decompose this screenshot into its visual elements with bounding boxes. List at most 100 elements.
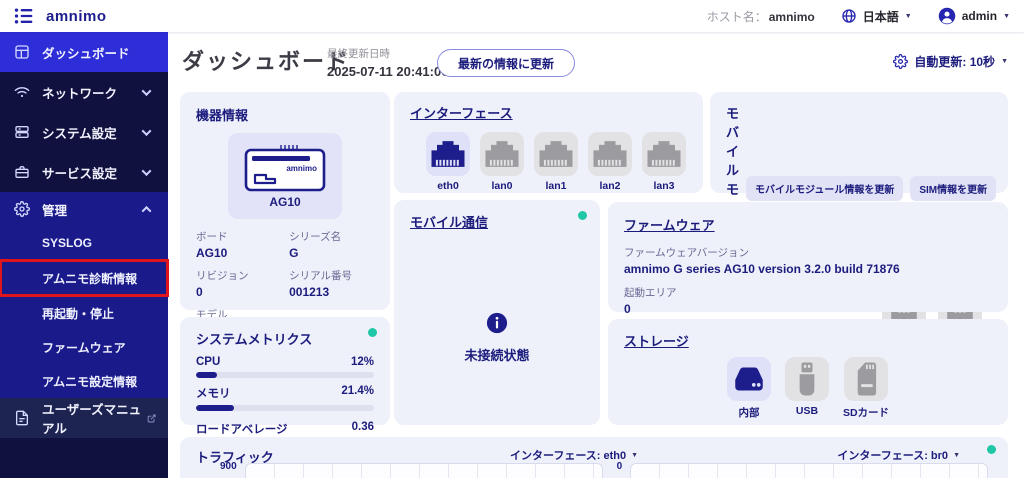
- device-logo-text: amnimo: [286, 164, 317, 173]
- device-image-tile: amnimo AG10: [228, 133, 342, 219]
- mobile-comm-title-link[interactable]: モバイル通信: [410, 215, 488, 230]
- auto-refresh-control[interactable]: 自動更新: 10秒 ▼: [893, 53, 1008, 70]
- memory-progress-bar: [196, 405, 374, 411]
- ethernet-port-icon: [642, 132, 686, 176]
- firmware-title-link[interactable]: ファームウェア: [624, 218, 715, 233]
- sidebar-item-syslog[interactable]: SYSLOG: [0, 226, 168, 260]
- device-caption: AG10: [269, 195, 301, 209]
- hostname-value: amnimo: [768, 9, 815, 24]
- metric-label: ロードアベレージ: [196, 424, 288, 436]
- user-avatar-icon: [938, 7, 956, 25]
- sidebar-item-admin[interactable]: 管理: [0, 192, 168, 226]
- hamburger-menu-icon[interactable]: [14, 6, 34, 26]
- sidebar-item-firmware[interactable]: ファームウェア: [0, 330, 168, 364]
- top-bar: amnimo ホスト名： amnimo 日本語 ▼ admin ▼: [0, 0, 1024, 32]
- language-selector[interactable]: 日本語 ▼: [841, 8, 912, 25]
- sidebar-item-system-settings[interactable]: システム設定: [0, 112, 168, 152]
- port-label: lan0: [491, 180, 513, 192]
- sidebar-item-amnimo-diagnostics[interactable]: アムニモ診断情報: [0, 259, 169, 297]
- gear-icon: [14, 201, 30, 217]
- document-icon: [14, 410, 30, 426]
- amnimo-logo: amnimo: [46, 8, 107, 25]
- device-info-title: 機器情報: [196, 108, 249, 123]
- traffic-chart-right: [630, 463, 988, 478]
- storage-label: USB: [795, 405, 819, 417]
- update-sim-info-button[interactable]: SIM情報を更新: [910, 176, 997, 201]
- metric-cpu: CPU 12%: [196, 356, 374, 378]
- sidebar-item-dashboard[interactable]: ダッシュボード: [0, 32, 168, 72]
- info-circle-icon: [486, 312, 508, 334]
- storage-sdcard[interactable]: SDカード: [843, 357, 889, 420]
- sidebar-item-user-manual[interactable]: ユーザーズマニュアル: [0, 398, 168, 438]
- chevron-down-icon: ▼: [1003, 12, 1010, 20]
- boot-area-value: 0: [624, 302, 631, 316]
- chevron-down-icon: [141, 85, 152, 96]
- interface-port-eth0[interactable]: eth0: [426, 132, 470, 192]
- sidebar-item-label: アムニモ診断情報: [42, 271, 138, 286]
- firmware-card: ファームウェア ファームウェアバージョン amnimo G series AG1…: [608, 202, 1008, 316]
- last-updated: 最終更新日時 2025-07-11 20:41:06: [327, 46, 448, 79]
- external-link-icon: [147, 413, 156, 424]
- selector-label: インターフェース: br0: [837, 450, 949, 462]
- status-dot-green: [578, 211, 587, 220]
- port-label: eth0: [437, 180, 459, 192]
- firmware-version-value: amnimo G series AG10 version 3.2.0 build…: [624, 262, 900, 276]
- sidebar-item-label: 再起動・停止: [42, 306, 115, 321]
- sidebar-item-label: ファームウェア: [42, 340, 126, 355]
- user-label: admin: [961, 9, 998, 23]
- device-field: ボード AG10: [196, 231, 228, 260]
- chevron-down-icon: ▼: [953, 451, 960, 459]
- metric-value: 12%: [350, 356, 374, 368]
- update-module-info-button[interactable]: モバイルモジュール情報を更新: [746, 176, 904, 201]
- interface-port-lan3[interactable]: lan3: [642, 132, 686, 192]
- metric-label: メモリ: [196, 388, 231, 400]
- mobile-module-card: モバイルモジュール モバイルモジュール情報を更新 SIM情報を更新 モデル ME…: [710, 92, 1008, 348]
- status-dot-green: [987, 445, 996, 454]
- sidebar-item-amnimo-config[interactable]: アムニモ設定情報: [0, 364, 168, 398]
- hostname: ホスト名： amnimo: [707, 8, 815, 25]
- last-updated-value: 2025-07-11 20:41:06: [327, 64, 449, 79]
- mobile-comm-card: モバイル通信 未接続状態: [394, 200, 600, 425]
- user-menu[interactable]: admin ▼: [938, 7, 1010, 25]
- ethernet-port-icon: [480, 132, 524, 176]
- metric-memory: メモリ 21.4%: [196, 385, 374, 411]
- mobile-comm-status: 未接続状態: [394, 312, 600, 364]
- cpu-progress-bar: [196, 372, 374, 378]
- chevron-down-icon: ▼: [631, 451, 639, 459]
- sidebar-item-service-settings[interactable]: サービス設定: [0, 152, 168, 192]
- storage-tiles: 内部 USB SDカード: [624, 357, 992, 420]
- traffic-interface-selector-right[interactable]: インターフェース: br0 ▼: [837, 447, 960, 463]
- port-label: lan3: [653, 180, 675, 192]
- server-icon: [14, 124, 30, 140]
- sidebar-item-label: ダッシュボード: [42, 46, 130, 61]
- auto-refresh-label: 自動更新: 10秒: [914, 55, 996, 69]
- storage-title-link[interactable]: ストレージ: [624, 334, 689, 349]
- metric-value: 21.4%: [341, 385, 374, 397]
- interface-port-lan2[interactable]: lan2: [588, 132, 632, 192]
- status-dot-green: [368, 328, 377, 337]
- sidebar-item-label: アムニモ設定情報: [42, 374, 138, 389]
- sidebar-item-label: システム設定: [42, 126, 117, 141]
- gear-icon: [893, 54, 909, 69]
- device-field: シリアル番号 001213: [289, 270, 353, 299]
- traffic-card: トラフィック インターフェース: eth0 ▼ インターフェース: br0 ▼ …: [180, 437, 1008, 478]
- traffic-chart-left: [244, 463, 603, 478]
- y-axis-label-right: 0: [616, 461, 623, 472]
- interfaces-card: インターフェース eth0 lan0 lan1 lan2 lan3: [394, 92, 703, 193]
- language-label: 日本語: [862, 9, 899, 24]
- sidebar-item-network[interactable]: ネットワーク: [0, 72, 168, 112]
- metric-label: CPU: [196, 356, 221, 368]
- interface-port-lan0[interactable]: lan0: [480, 132, 524, 192]
- device-field: シリーズ名 G: [289, 231, 342, 260]
- sd-card-icon: [844, 357, 888, 401]
- storage-internal[interactable]: 内部: [726, 357, 771, 420]
- interface-port-lan1[interactable]: lan1: [534, 132, 578, 192]
- sidebar-item-reboot-stop[interactable]: 再起動・停止: [0, 296, 168, 330]
- dashboard-page: amnimo ホスト名： amnimo 日本語 ▼ admin ▼ ダッシュボー…: [0, 0, 1024, 478]
- interfaces-title-link[interactable]: インターフェース: [410, 106, 513, 121]
- device-info-card: 機器情報 amnimo AG10 ボード AG10 シリーズ名 G リビジョン …: [180, 92, 390, 377]
- refresh-button[interactable]: 最新の情報に更新: [437, 49, 576, 77]
- y-axis-label-left: 900: [220, 461, 237, 472]
- connection-status-text: 未接続状態: [464, 348, 530, 363]
- storage-usb[interactable]: USB: [784, 357, 829, 420]
